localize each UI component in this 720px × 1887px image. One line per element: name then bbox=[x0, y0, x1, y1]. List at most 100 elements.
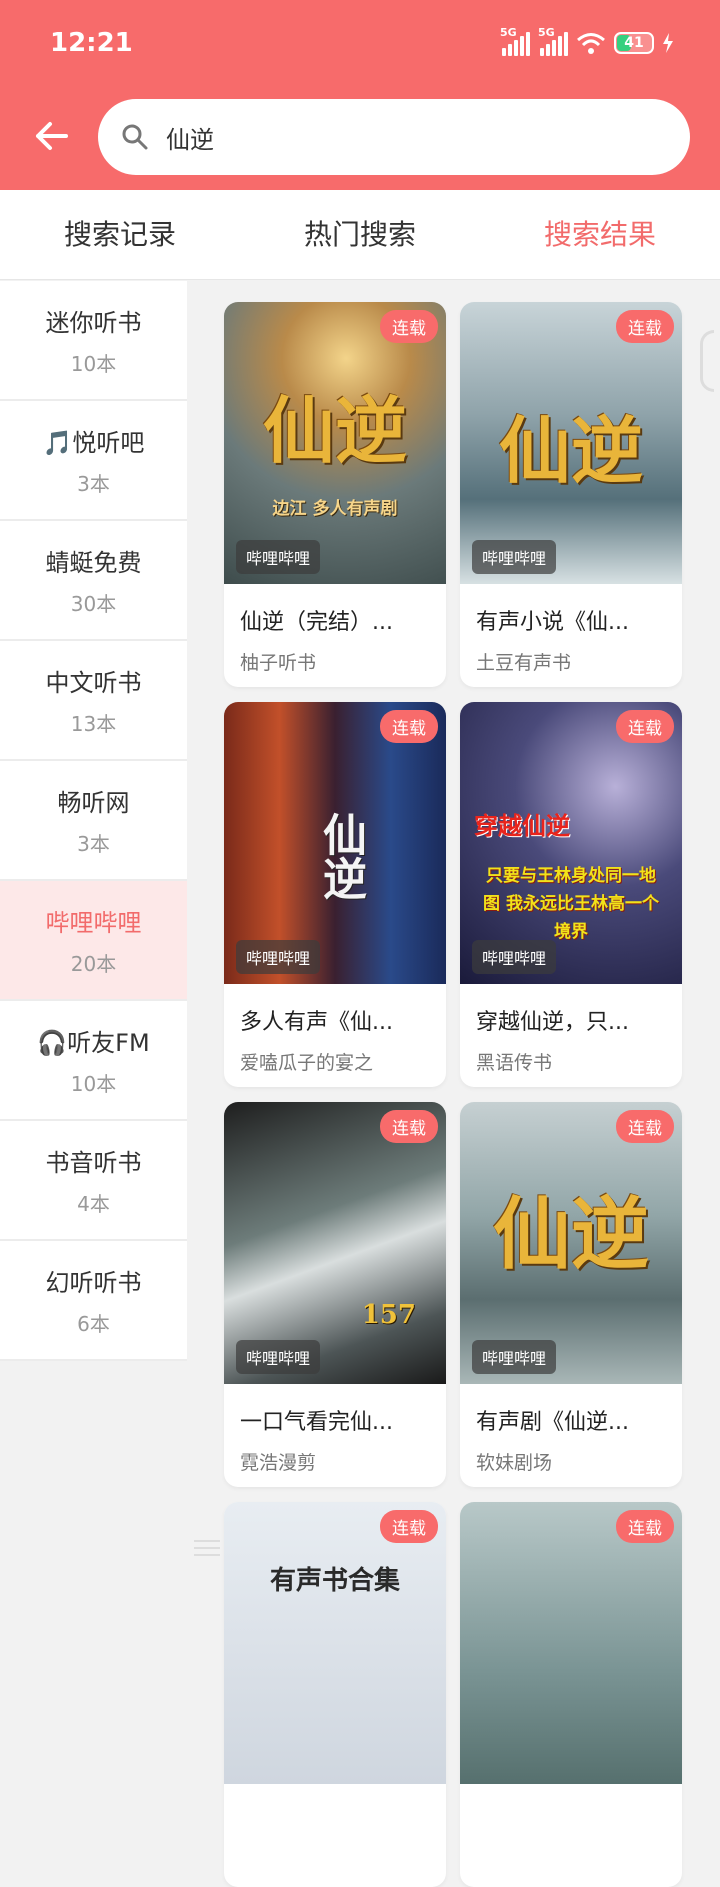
card-title: 一口气看完仙... bbox=[240, 1410, 393, 1435]
result-card[interactable]: 仙逆 连载 哔哩哔哩 有声剧《仙逆... 软妹剧场 bbox=[460, 1102, 682, 1487]
sidebar-item-huanting[interactable]: 幻听听书 6本 bbox=[0, 1241, 187, 1361]
sidebar-item-tingyou[interactable]: 🎧听友FM 10本 bbox=[0, 1001, 187, 1121]
battery-icon: 41 bbox=[614, 32, 654, 54]
sidebar-item-count: 3本 bbox=[77, 832, 110, 856]
signal-label: 5G bbox=[500, 26, 517, 39]
cover-image: 仙逆 边江 多人有声剧 连载 哔哩哔哩 bbox=[224, 302, 446, 584]
cover-title: 仙逆 bbox=[315, 812, 366, 900]
cover-title: 157 bbox=[361, 1300, 416, 1330]
cover-image: 仙逆 连载 哔哩哔哩 bbox=[460, 302, 682, 584]
cover-image: 157 连载 哔哩哔哩 bbox=[224, 1102, 446, 1384]
source-tag: 哔哩哔哩 bbox=[236, 940, 321, 974]
arrow-left-icon bbox=[36, 122, 68, 150]
tab-hot-search[interactable]: 热门搜索 bbox=[240, 190, 480, 279]
sidebar-item-count: 10本 bbox=[70, 1072, 117, 1096]
card-author: 霓浩漫剪 bbox=[240, 1452, 317, 1474]
card-author: 软妹剧场 bbox=[476, 1452, 553, 1474]
battery-level: 41 bbox=[624, 35, 644, 51]
status-badge: 连载 bbox=[380, 310, 438, 343]
card-author: 爱嗑瓜子的宴之 bbox=[240, 1052, 374, 1074]
sidebar-item-shuyin[interactable]: 书音听书 4本 bbox=[0, 1121, 187, 1241]
status-badge: 连载 bbox=[616, 310, 674, 343]
status-badge: 连载 bbox=[380, 1510, 438, 1543]
cover-title: 仙逆 bbox=[492, 1189, 649, 1280]
cover-title: 穿越仙逆 bbox=[474, 811, 570, 840]
sidebar-item-changting[interactable]: 畅听网 3本 bbox=[0, 761, 187, 881]
sidebar-item-label: 书音听书 bbox=[45, 1149, 142, 1177]
cover-image: 有声书合集 连载 bbox=[224, 1502, 446, 1784]
edge-scroll-handle[interactable] bbox=[700, 330, 714, 392]
result-card[interactable]: 仙逆 连载 哔哩哔哩 多人有声《仙... 爱嗑瓜子的宴之 bbox=[224, 702, 446, 1087]
sidebar-item-label: 畅听网 bbox=[57, 789, 130, 817]
sidebar-item-zhongwen[interactable]: 中文听书 13本 bbox=[0, 641, 187, 761]
source-tag: 哔哩哔哩 bbox=[472, 540, 557, 574]
result-card[interactable]: 有声书合集 连载 bbox=[224, 1502, 446, 1887]
status-bar: 12:21 5G 5G 41 bbox=[0, 0, 720, 90]
sidebar-item-count: 4本 bbox=[77, 1192, 110, 1216]
card-title: 有声剧《仙逆... bbox=[476, 1410, 629, 1435]
signal-icon: 5G bbox=[500, 26, 530, 56]
result-card[interactable]: 仙逆 边江 多人有声剧 连载 哔哩哔哩 仙逆（完结）... 柚子听书 bbox=[224, 302, 446, 687]
header: 12:21 5G 5G 41 bbox=[0, 0, 720, 190]
cover-image: 仙逆 连载 哔哩哔哩 bbox=[460, 1102, 682, 1384]
result-card[interactable]: 穿越仙逆 只要与王林身处同一地图 我永远比王林高一个境界 连载 哔哩哔哩 穿越仙… bbox=[460, 702, 682, 1087]
tab-search-results[interactable]: 搜索结果 bbox=[480, 190, 720, 279]
sidebar-item-mini[interactable]: 迷你听书 10本 bbox=[0, 281, 187, 401]
tab-bar: 搜索记录 热门搜索 搜索结果 bbox=[0, 190, 720, 280]
sidebar-item-qingting[interactable]: 蜻蜓免费 30本 bbox=[0, 521, 187, 641]
cover-subtitle: 只要与王林身处同一地图 我永远比王林高一个境界 bbox=[483, 866, 659, 942]
status-badge: 连载 bbox=[380, 1110, 438, 1143]
source-tag: 哔哩哔哩 bbox=[472, 1340, 557, 1374]
tab-search-history[interactable]: 搜索记录 bbox=[0, 190, 240, 279]
sidebar-item-count: 10本 bbox=[70, 352, 117, 376]
cover-image: 穿越仙逆 只要与王林身处同一地图 我永远比王林高一个境界 连载 哔哩哔哩 bbox=[460, 702, 682, 984]
signal-icon-2: 5G bbox=[538, 26, 568, 56]
source-tag: 哔哩哔哩 bbox=[236, 1340, 321, 1374]
status-badge: 连载 bbox=[616, 1110, 674, 1143]
search-input[interactable] bbox=[166, 123, 646, 151]
result-card[interactable]: 仙逆 连载 哔哩哔哩 有声小说《仙... 土豆有声书 bbox=[460, 302, 682, 687]
sidebar-item-label: 幻听听书 bbox=[45, 1269, 142, 1297]
result-card[interactable]: 连载 bbox=[460, 1502, 682, 1887]
source-tag: 哔哩哔哩 bbox=[472, 940, 557, 974]
source-sidebar: 迷你听书 10本 🎵悦听吧 3本 蜻蜓免费 30本 中文听书 13本 畅听网 3… bbox=[0, 281, 187, 1361]
search-icon bbox=[122, 124, 148, 150]
status-time: 12:21 bbox=[50, 28, 133, 58]
status-badge: 连载 bbox=[616, 710, 674, 743]
card-title: 多人有声《仙... bbox=[240, 1010, 393, 1035]
sidebar-item-count: 13本 bbox=[70, 712, 117, 736]
cover-subtitle: 边江 多人有声剧 bbox=[272, 499, 398, 519]
sidebar-item-bilibili[interactable]: 哔哩哔哩 20本 bbox=[0, 881, 187, 1001]
sidebar-item-count: 20本 bbox=[70, 952, 117, 976]
status-badge: 连载 bbox=[380, 710, 438, 743]
card-title: 有声小说《仙... bbox=[476, 610, 629, 635]
signal-label-2: 5G bbox=[538, 26, 555, 39]
sidebar-item-count: 3本 bbox=[77, 472, 110, 496]
sidebar-item-label: 哔哩哔哩 bbox=[45, 909, 142, 937]
sidebar-item-label: 中文听书 bbox=[45, 669, 142, 697]
back-button[interactable] bbox=[30, 114, 74, 158]
cover-image: 仙逆 连载 哔哩哔哩 bbox=[224, 702, 446, 984]
sidebar-item-label: 蜻蜓免费 bbox=[45, 549, 142, 577]
sidebar-item-count: 6本 bbox=[77, 1312, 110, 1336]
cover-title: 有声书合集 bbox=[269, 1566, 400, 1596]
sidebar-item-yueting[interactable]: 🎵悦听吧 3本 bbox=[0, 401, 187, 521]
sidebar-item-label: 迷你听书 bbox=[45, 309, 142, 337]
search-bar[interactable] bbox=[98, 99, 690, 175]
card-author: 黑语传书 bbox=[476, 1052, 553, 1074]
drag-handle-icon[interactable] bbox=[194, 1540, 220, 1560]
wifi-icon bbox=[577, 33, 605, 54]
sidebar-item-count: 30本 bbox=[70, 592, 117, 616]
card-author: 柚子听书 bbox=[240, 652, 317, 674]
cover-title: 仙逆 bbox=[498, 408, 643, 493]
cover-image: 连载 bbox=[460, 1502, 682, 1784]
card-title: 穿越仙逆，只... bbox=[476, 1010, 629, 1035]
source-tag: 哔哩哔哩 bbox=[236, 540, 321, 574]
card-author: 土豆有声书 bbox=[476, 652, 572, 674]
status-badge: 连载 bbox=[616, 1510, 674, 1543]
result-card[interactable]: 157 连载 哔哩哔哩 一口气看完仙... 霓浩漫剪 bbox=[224, 1102, 446, 1487]
sidebar-item-label: 🎵悦听吧 bbox=[42, 429, 145, 457]
cover-title: 仙逆 bbox=[262, 388, 407, 473]
charging-icon bbox=[663, 33, 673, 53]
status-icons: 5G 5G 41 bbox=[500, 26, 674, 56]
